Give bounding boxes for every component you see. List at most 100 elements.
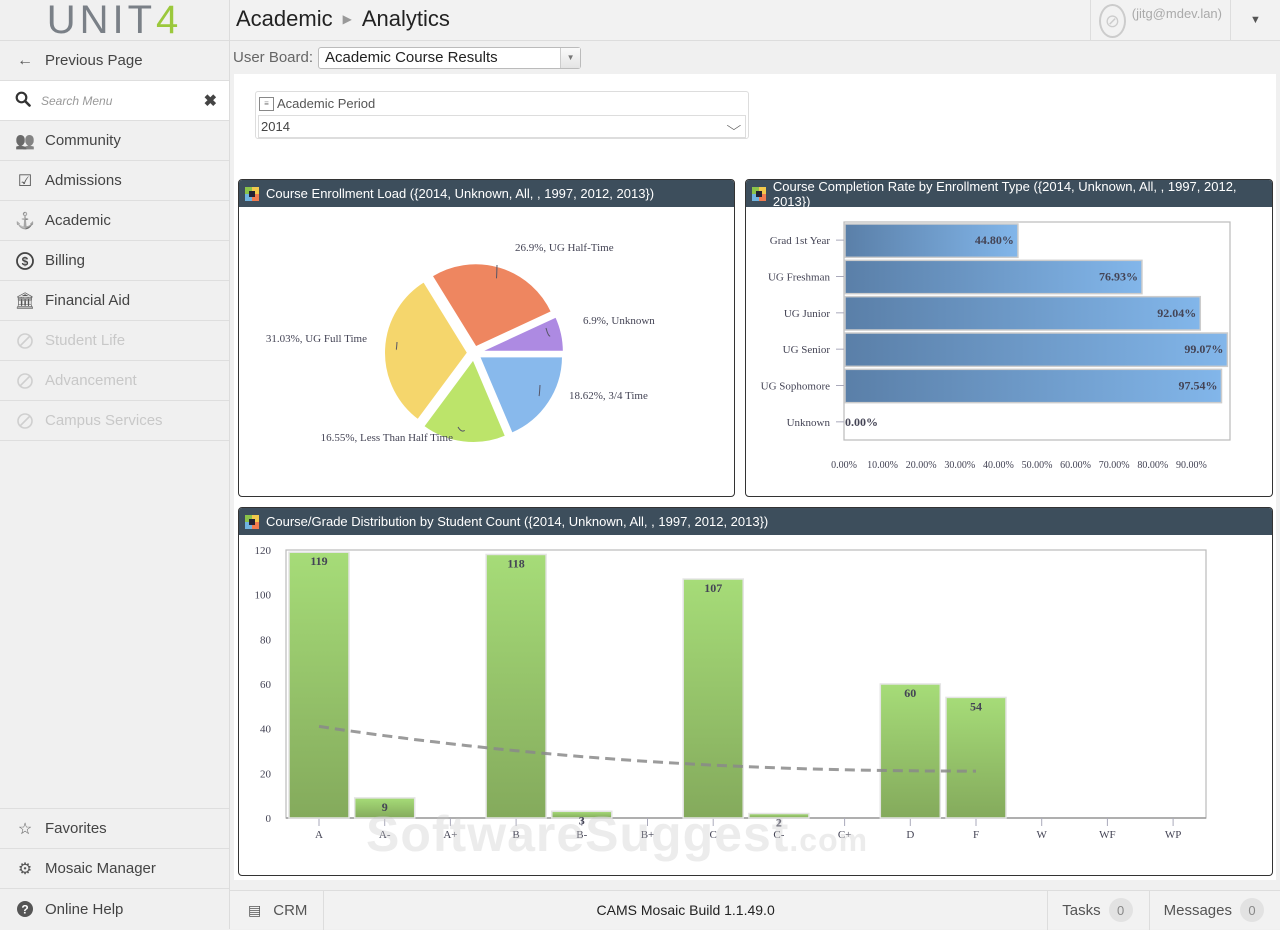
clear-search-icon[interactable]: ✖ — [204, 91, 217, 111]
bar-value-label: 76.93% — [1099, 270, 1138, 284]
bar-ug-junior[interactable] — [844, 295, 1202, 331]
sidebar-item-label: Financial Aid — [45, 292, 131, 309]
bar-ug-sophomore[interactable] — [844, 368, 1223, 404]
sidebar-item-advancement: Advancement — [0, 361, 229, 401]
breadcrumb-academic[interactable]: Academic — [236, 6, 333, 32]
sidebar-item-student-life: Student Life — [0, 321, 229, 361]
sidebar-bottom: ☆ Favorites ⚙ Mosaic Manager ? Online Help — [0, 808, 229, 929]
bar-f[interactable] — [945, 696, 1007, 819]
bar-a[interactable] — [288, 551, 350, 819]
sidebar-item-favorites[interactable]: ☆ Favorites — [0, 809, 229, 849]
search-icon — [15, 91, 31, 111]
y-tick-label: UG Sophomore — [761, 381, 830, 393]
x-tick-label: 10.00% — [867, 460, 898, 471]
unit4-logo[interactable]: UNIT4 — [0, 0, 229, 41]
x-tick-label: 50.00% — [1022, 460, 1053, 471]
sidebar-item-label: Mosaic Manager — [45, 860, 156, 877]
x-tick-label: 80.00% — [1137, 460, 1168, 471]
bar-d[interactable] — [879, 683, 942, 819]
messages-button[interactable]: Messages 0 — [1148, 890, 1280, 930]
previous-page-label: Previous Page — [45, 52, 143, 69]
dashboard-content: ≡ Academic Period 2014 ⌵ Course Enrollme… — [234, 74, 1276, 880]
disabled-icon — [15, 331, 35, 351]
billing-icon: $ — [15, 251, 35, 271]
y-tick-label: 120 — [255, 545, 272, 557]
grade-distribution-title: Course/Grade Distribution by Student Cou… — [266, 514, 769, 529]
sidebar-item-label: Billing — [45, 252, 86, 269]
y-tick-label: Grad 1st Year — [770, 235, 831, 247]
sidebar-item-financial-aid[interactable]: 🏛 Financial Aid — [0, 281, 229, 321]
x-tick-label: A — [315, 829, 323, 841]
x-tick-label: 20.00% — [906, 460, 937, 471]
pie-label-less-than-half-time: 16.55%, Less Than Half Time — [321, 432, 454, 444]
previous-page-button[interactable]: ← Previous Page — [0, 41, 229, 81]
x-tick-label: 60.00% — [1060, 460, 1091, 471]
academic-period-value: 2014 — [261, 119, 290, 134]
bar-ug-senior[interactable] — [844, 332, 1229, 368]
chart-widget-icon — [245, 186, 259, 201]
financial-aid-icon: 🏛 — [14, 292, 36, 310]
x-tick-label: 90.00% — [1176, 460, 1207, 471]
y-tick-label: 0 — [266, 813, 272, 825]
caret-down-icon: ▼ — [1250, 14, 1261, 26]
academic-icon: ⚓ — [15, 212, 35, 230]
user-profile[interactable]: ⊘ (jitg@mdev.lan) — [1090, 0, 1230, 40]
enrollment-load-title: Course Enrollment Load ({2014, Unknown, … — [266, 186, 655, 201]
y-tick-label: UG Freshman — [768, 272, 831, 284]
x-tick-label: 70.00% — [1099, 460, 1130, 471]
select-arrow-icon: ▼ — [560, 47, 581, 68]
crm-label: CRM — [273, 901, 308, 919]
logo-text: UNIT4 — [46, 0, 183, 42]
sidebar-item-label: Academic — [45, 212, 111, 229]
search-menu-input[interactable]: Search Menu — [41, 94, 204, 108]
x-tick-label: F — [973, 829, 979, 841]
user-board-select[interactable]: Academic Course Results ▼ — [318, 46, 582, 69]
pie-leader-line — [495, 264, 498, 279]
user-board-value: Academic Course Results — [325, 49, 498, 66]
bar-c[interactable] — [682, 578, 744, 819]
bar-value-label: 44.80% — [975, 233, 1014, 247]
sidebar-item-mosaic-manager[interactable]: ⚙ Mosaic Manager — [0, 849, 229, 889]
x-tick-label: W — [1037, 829, 1048, 841]
calendar-list-icon: ≡ — [259, 96, 274, 111]
crm-button[interactable]: ▤ CRM — [230, 890, 324, 930]
sidebar-item-label: Campus Services — [45, 412, 163, 429]
sidebar-item-label: Favorites — [45, 820, 107, 837]
avatar-placeholder-icon: ⊘ — [1099, 4, 1126, 38]
sidebar-item-community[interactable]: 👥 Community — [0, 121, 229, 161]
disabled-icon — [15, 411, 35, 431]
user-board-bar: User Board: Academic Course Results ▼ — [230, 41, 1280, 74]
tasks-button[interactable]: Tasks 0 — [1047, 890, 1148, 930]
pie-label-ug-full-time: 31.03%, UG Full Time — [266, 333, 367, 345]
panel-header: Course Completion Rate by Enrollment Typ… — [746, 180, 1272, 209]
bar-value-label: 60 — [904, 686, 916, 700]
y-tick-label: 40 — [260, 724, 272, 736]
sidebar-item-admissions[interactable]: ☑ Admissions — [0, 161, 229, 201]
search-menu[interactable]: Search Menu ✖ — [0, 81, 229, 121]
breadcrumb: Academic ▶ Analytics — [236, 6, 450, 32]
bar-ug-freshman[interactable] — [844, 259, 1143, 295]
bar-b[interactable] — [485, 553, 547, 819]
tasks-count-badge: 0 — [1108, 898, 1133, 922]
sidebar-item-academic[interactable]: ⚓ Academic — [0, 201, 229, 241]
tasks-label: Tasks — [1062, 901, 1101, 919]
admissions-icon: ☑ — [17, 172, 33, 190]
chart-widget-icon — [752, 186, 766, 201]
messages-count-badge: 0 — [1240, 898, 1264, 922]
bar-value-label: 9 — [382, 800, 388, 814]
sidebar-item-online-help[interactable]: ? Online Help — [0, 889, 229, 929]
user-menu-toggle[interactable]: ▼ — [1230, 0, 1280, 40]
topbar: Academic ▶ Analytics ⊘ (jitg@mdev.lan) ▼ — [230, 0, 1280, 41]
disabled-icon — [15, 371, 35, 391]
sidebar-item-billing[interactable]: $ Billing — [0, 241, 229, 281]
bar-value-label: 119 — [310, 554, 327, 568]
academic-period-select[interactable]: 2014 ⌵ — [258, 115, 746, 138]
panel-header: Course Enrollment Load ({2014, Unknown, … — [239, 180, 734, 207]
footer: ▤ CRM CAMS Mosaic Build 1.1.49.0 Tasks 0… — [230, 890, 1280, 930]
x-tick-label: D — [906, 829, 914, 841]
bar-value-label: 97.54% — [1179, 379, 1218, 393]
sidebar-item-label: Student Life — [45, 332, 126, 349]
gear-icon: ⚙ — [17, 860, 33, 878]
enrollment-load-pie-chart: 26.9%, UG Half-Time 6.9%, Unknown 18.62%, … — [266, 242, 655, 444]
x-tick-label: B+ — [641, 829, 655, 841]
